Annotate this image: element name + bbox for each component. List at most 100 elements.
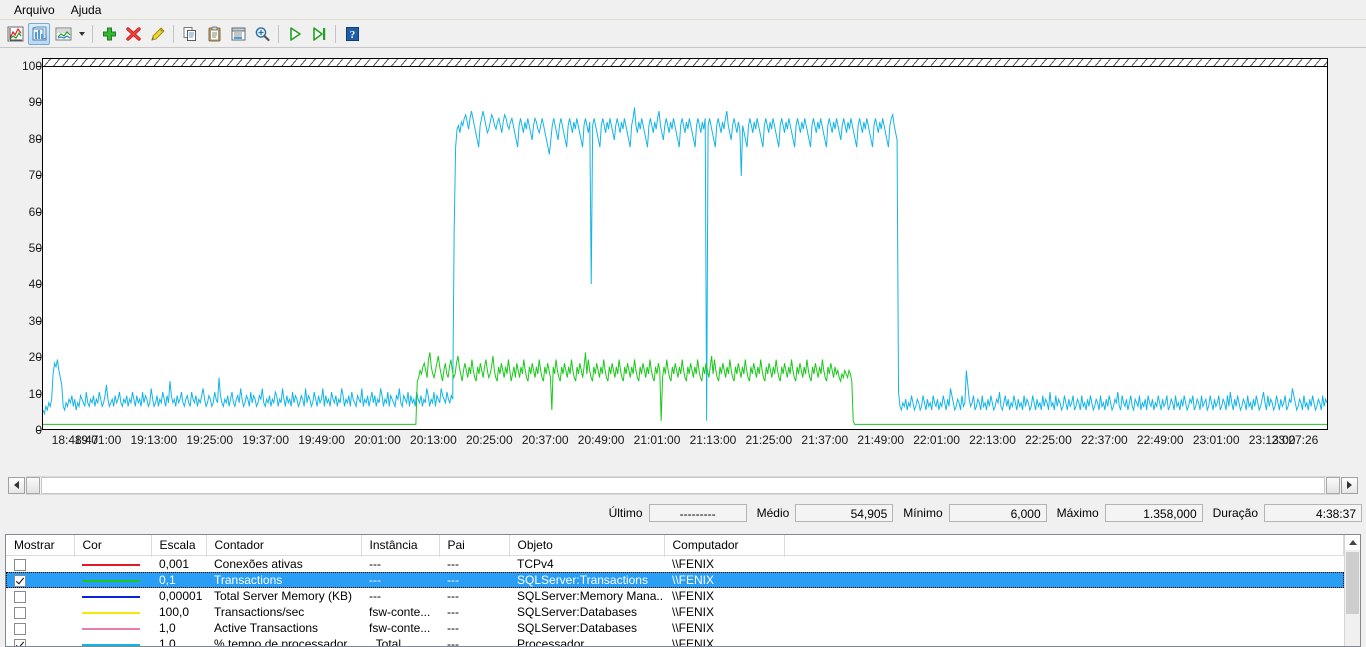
th-instancia[interactable]: Instância (361, 535, 440, 556)
cell-pai[interactable]: --- (439, 556, 509, 573)
scroll-up-button[interactable] (1345, 535, 1360, 551)
checkbox-unchecked-icon[interactable] (14, 622, 26, 635)
counter-list[interactable]: Mostrar Cor Escala Contador Instância Pa… (5, 534, 1361, 647)
chart-horizontal-scrollbar[interactable] (0, 475, 1366, 495)
cell-instancia[interactable]: fsw-conte... (361, 604, 439, 620)
column-separator[interactable] (509, 535, 510, 557)
cell-cor[interactable] (74, 620, 151, 636)
cell-contador[interactable]: Active Transactions (206, 620, 361, 636)
scrollbar-thumb-right[interactable] (1326, 476, 1340, 494)
cell-mostrar[interactable] (6, 556, 74, 573)
column-separator[interactable] (74, 535, 75, 557)
checkbox-checked-icon[interactable] (14, 638, 26, 646)
freeze-display-button[interactable] (284, 23, 306, 45)
cell-objeto[interactable]: SQLServer:Memory Mana... (509, 588, 664, 604)
cell-contador[interactable]: % tempo de processador (206, 636, 361, 646)
cell-contador[interactable]: Transactions/sec (206, 604, 361, 620)
cell-pai[interactable]: --- (439, 636, 509, 646)
column-separator[interactable] (206, 535, 207, 557)
cell-escala[interactable]: 1,0 (151, 636, 206, 646)
table-row[interactable]: 1,0 Active Transactions fsw-conte... --- SQL… (6, 620, 1344, 636)
cell-instancia[interactable]: --- (361, 556, 439, 573)
cell-objeto[interactable]: Processador (509, 636, 664, 646)
scrollbar-range[interactable] (41, 476, 1325, 494)
cell-escala[interactable]: 0,00001 (151, 588, 206, 604)
cell-computador[interactable]: \\FENIX (664, 636, 784, 646)
cell-computador[interactable]: \\FENIX (664, 620, 784, 636)
cell-mostrar[interactable] (6, 572, 74, 588)
cell-contador[interactable]: Total Server Memory (KB) (206, 588, 361, 604)
delete-counter-button[interactable] (122, 23, 144, 45)
cell-mostrar[interactable] (6, 636, 74, 646)
table-row[interactable]: 0,1 Transactions --- --- SQLServer:Transacti… (6, 572, 1344, 588)
cell-instancia[interactable]: --- (361, 572, 439, 588)
copy-properties-button[interactable] (179, 23, 201, 45)
menu-arquivo[interactable]: Arquivo (6, 1, 63, 19)
view-graph-button[interactable] (4, 23, 26, 45)
column-separator[interactable] (361, 535, 362, 557)
view-dropdown-arrow[interactable] (75, 23, 88, 45)
properties-button[interactable] (227, 23, 249, 45)
cell-escala[interactable]: 0,1 (151, 572, 206, 588)
cell-cor[interactable] (74, 604, 151, 620)
help-button[interactable]: ? (341, 23, 363, 45)
th-mostrar[interactable]: Mostrar (6, 535, 75, 556)
cell-cor[interactable] (74, 572, 151, 588)
table-row[interactable]: 0,00001 Total Server Memory (KB) --- --- SQL… (6, 588, 1344, 604)
th-cor[interactable]: Cor (74, 535, 152, 556)
cell-pai[interactable]: --- (439, 572, 509, 588)
vertical-scrollbar-thumb[interactable] (1346, 552, 1359, 614)
scrollbar-thumb-left[interactable] (26, 476, 40, 494)
cell-cor[interactable] (74, 556, 151, 573)
column-separator[interactable] (439, 535, 440, 557)
cell-objeto[interactable]: SQLServer:Databases (509, 620, 664, 636)
th-pai[interactable]: Pai (439, 535, 510, 556)
view-report-button[interactable] (52, 23, 74, 45)
cell-contador[interactable]: Conexões ativas (206, 556, 361, 573)
cell-cor[interactable] (74, 636, 151, 646)
plot-area[interactable] (42, 58, 1328, 430)
cell-computador[interactable]: \\FENIX (664, 588, 784, 604)
checkbox-checked-icon[interactable] (14, 574, 26, 587)
scroll-left-button[interactable] (8, 476, 25, 494)
cell-mostrar[interactable] (6, 588, 74, 604)
cell-escala[interactable]: 0,001 (151, 556, 206, 573)
cell-instancia[interactable]: fsw-conte... (361, 620, 439, 636)
checkbox-unchecked-icon[interactable] (14, 590, 26, 603)
cell-pai[interactable]: --- (439, 620, 509, 636)
cell-pai[interactable]: --- (439, 604, 509, 620)
cell-computador[interactable]: \\FENIX (664, 572, 784, 588)
cell-mostrar[interactable] (6, 604, 74, 620)
view-histogram-button[interactable] (28, 22, 50, 45)
cell-objeto[interactable]: SQLServer:Transactions (509, 572, 664, 588)
update-data-button[interactable] (308, 23, 330, 45)
performance-chart[interactable]: 0102030405060708090100 18:48:4719:01:001… (0, 48, 1366, 458)
cell-contador[interactable]: Transactions (206, 572, 361, 588)
paste-counter-list-button[interactable] (203, 23, 225, 45)
add-counter-button[interactable] (98, 23, 120, 45)
column-separator[interactable] (664, 535, 665, 557)
menu-ajuda[interactable]: Ajuda (63, 1, 110, 19)
highlight-button[interactable] (146, 23, 168, 45)
scroll-right-button[interactable] (1341, 476, 1358, 494)
cell-instancia[interactable]: _Total (361, 636, 439, 646)
table-row[interactable]: 0,001 Conexões ativas --- --- TCPv4 \\FENIX (6, 556, 1344, 573)
table-row[interactable]: 1,0% tempo de processador _Total --- Proces… (6, 636, 1344, 646)
cell-escala[interactable]: 100,0 (151, 604, 206, 620)
th-escala[interactable]: Escala (151, 535, 207, 556)
th-contador[interactable]: Contador (206, 535, 362, 556)
th-objeto[interactable]: Objeto (509, 535, 665, 556)
checkbox-unchecked-icon[interactable] (14, 606, 26, 619)
column-separator[interactable] (784, 535, 785, 557)
cell-escala[interactable]: 1,0 (151, 620, 206, 636)
cell-cor[interactable] (74, 588, 151, 604)
counter-table-vertical-scrollbar[interactable] (1344, 535, 1360, 646)
th-computador[interactable]: Computador (664, 535, 785, 556)
cell-instancia[interactable]: --- (361, 588, 439, 604)
table-row[interactable]: 100,0 Transactions/sec fsw-conte... --- SQLS… (6, 604, 1344, 620)
cell-objeto[interactable]: SQLServer:Databases (509, 604, 664, 620)
cell-computador[interactable]: \\FENIX (664, 556, 784, 573)
cell-objeto[interactable]: TCPv4 (509, 556, 664, 573)
cell-mostrar[interactable] (6, 620, 74, 636)
scrollbar-track[interactable] (26, 475, 1340, 495)
